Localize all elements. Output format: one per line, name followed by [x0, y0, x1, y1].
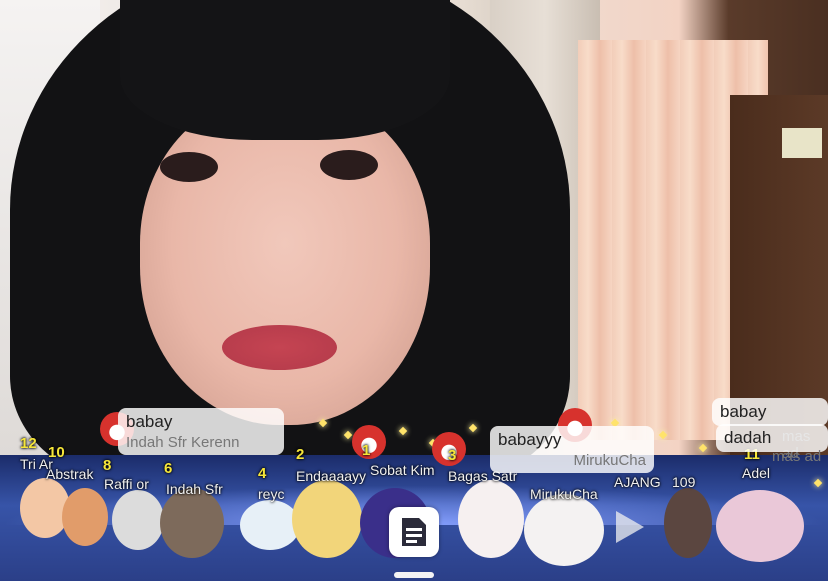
chat-bubble: babay Indah Sfr Kerenn: [118, 408, 284, 455]
viewer-avatar[interactable]: [524, 494, 604, 566]
viewer-name: Adel: [742, 465, 771, 481]
viewer-name: Sobat Kim: [370, 462, 435, 478]
streamer-eye-right: [320, 150, 378, 180]
chat-message: babayyy: [498, 430, 562, 449]
viewer-rank: 2: [296, 446, 305, 463]
viewer-name: 109: [672, 474, 696, 490]
home-indicator[interactable]: [394, 572, 434, 578]
viewer-name: reyc: [258, 486, 285, 502]
viewer-avatar[interactable]: [664, 488, 712, 558]
streamer-lips: [222, 325, 337, 370]
viewer-avatar[interactable]: [716, 490, 804, 562]
viewer-name: MirukuCha: [530, 486, 598, 502]
viewer-avatar[interactable]: [292, 480, 362, 558]
chat-bubble: babay mas ad: [712, 398, 828, 462]
document-list-icon: [402, 518, 426, 546]
viewer-avatar[interactable]: [240, 500, 300, 550]
play-icon[interactable]: [606, 505, 650, 549]
streamer-bangs: [120, 0, 450, 140]
video-feed: [0, 0, 828, 480]
live-stream-screen: 12 Tri Ar 10 Abstrak 8 Raffi or 6 Indah …: [0, 0, 828, 581]
viewer-rank: 12: [20, 435, 37, 452]
viewer-rank: 10: [48, 444, 65, 461]
door-window: [782, 128, 822, 158]
streamer-face: [140, 95, 430, 425]
viewer-avatar[interactable]: [62, 488, 108, 546]
viewer-rank: 6: [164, 460, 173, 477]
chat-bubble: dadah mas ad: [716, 424, 828, 465]
chat-sender: Indah Sfr Kerenn: [126, 434, 240, 451]
viewer-rank: 3: [448, 447, 457, 464]
viewer-name: AJANG: [614, 474, 661, 490]
chat-message: babay: [126, 412, 173, 431]
viewer-name: Indah Sfr: [166, 481, 223, 497]
streamer-eye-left: [160, 152, 218, 182]
chat-message: babay: [720, 402, 767, 421]
chat-sender: MirukuCha: [573, 452, 646, 469]
viewer-rank: 4: [258, 465, 267, 482]
viewer-avatar[interactable]: [160, 488, 224, 558]
viewer-avatar[interactable]: [112, 490, 164, 550]
viewer-name: Endaaaayy: [296, 468, 367, 484]
menu-button[interactable]: [389, 507, 439, 557]
viewer-avatar[interactable]: [458, 480, 524, 558]
chat-bubble: babayyy MirukuCha: [490, 426, 654, 473]
viewer-name: Raffi or: [104, 476, 149, 492]
viewer-rank: 8: [103, 457, 112, 474]
chat-message: dadah: [724, 428, 772, 447]
viewer-rank: 1: [362, 442, 371, 459]
viewer-name: Abstrak: [46, 466, 94, 482]
chat-faded-text: mas ad: [772, 448, 822, 465]
